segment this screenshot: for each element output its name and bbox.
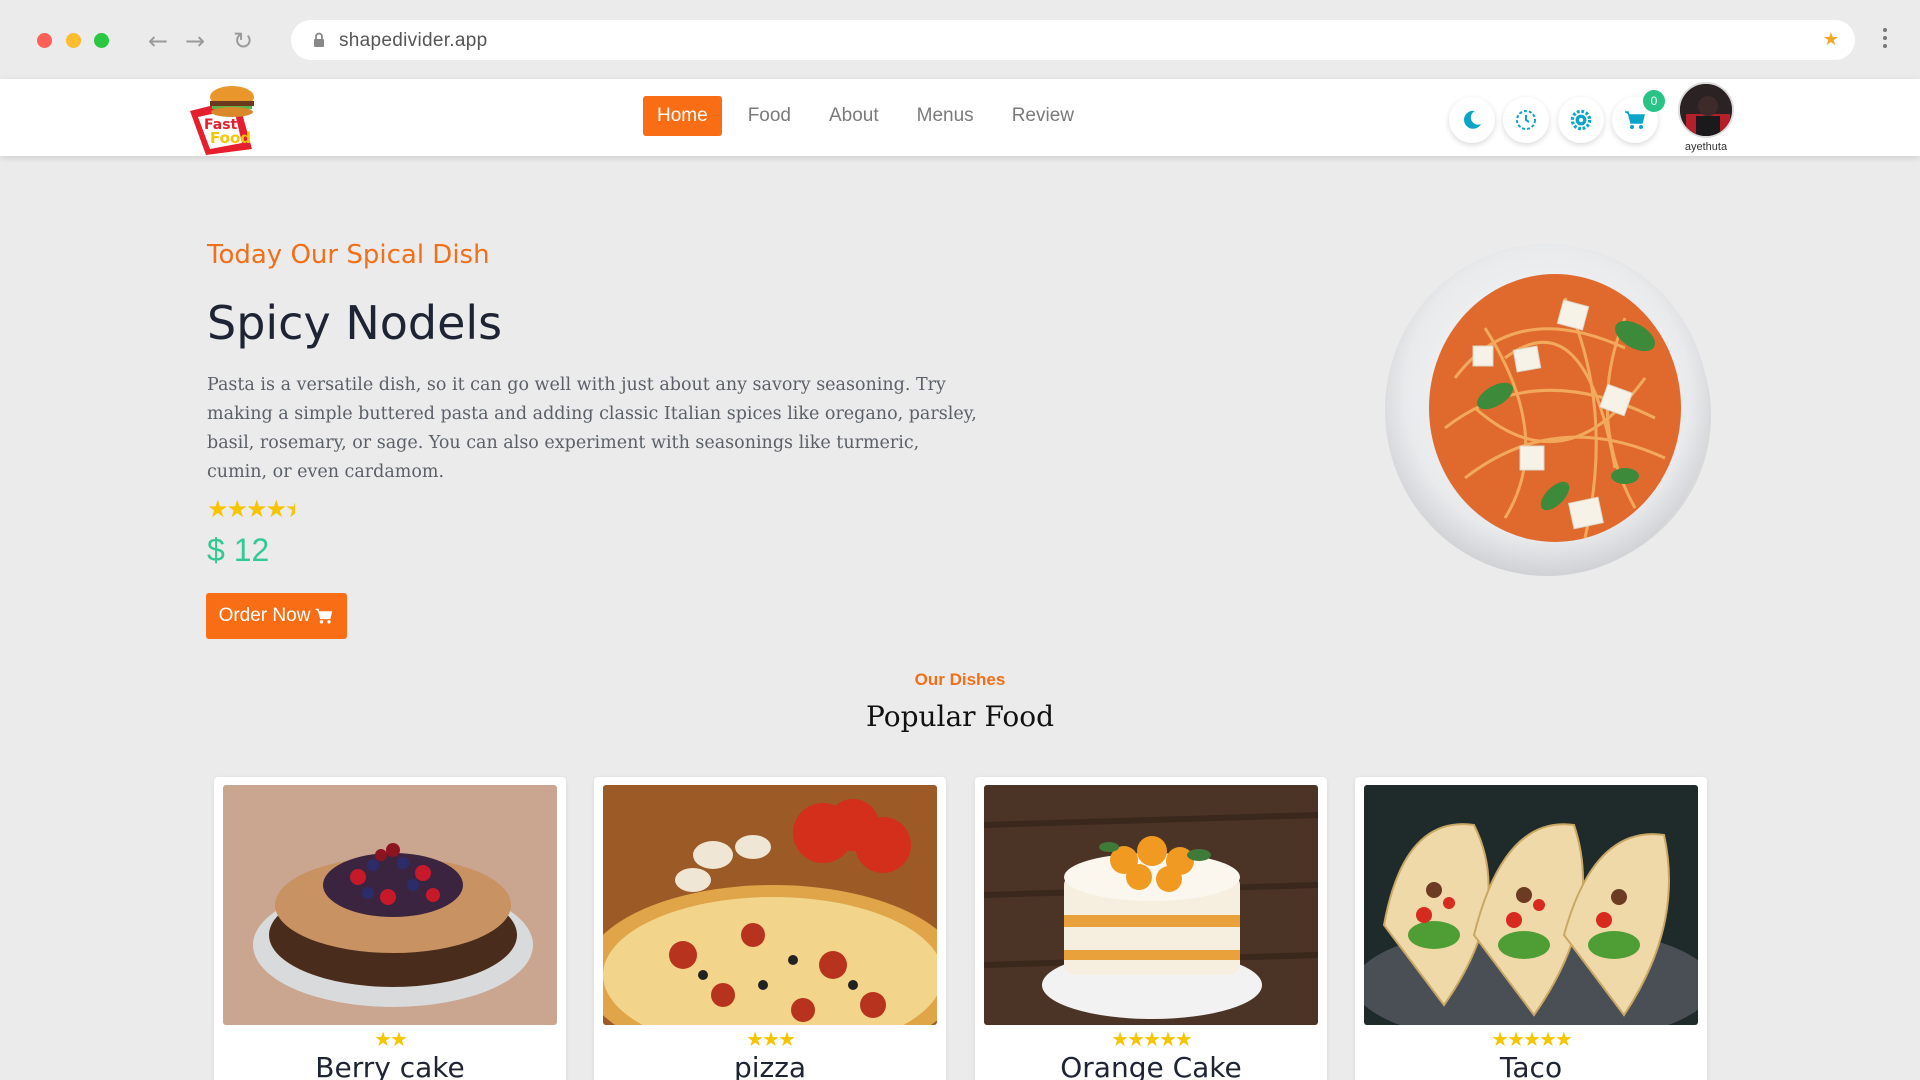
cart-count-badge: 0 (1643, 90, 1665, 112)
dish-name: pizza (733, 1051, 807, 1080)
browser-chrome: ← → ↻ shapedivider.app ★ (0, 0, 1920, 79)
url-text: shapedivider.app (339, 30, 488, 51)
hero-rating: ★★★★★ (207, 495, 295, 523)
address-bar[interactable]: shapedivider.app ★ (291, 20, 1855, 60)
dish-name: Berry cake (315, 1051, 465, 1080)
nav-about[interactable]: About (811, 96, 897, 136)
forward-arrow-icon[interactable]: → (180, 26, 210, 56)
moon-icon (1464, 110, 1481, 129)
logo-text-food: Food (210, 129, 251, 147)
orange-cake-image (984, 785, 1318, 1025)
site-header: Fast Food Home Food About Menus Review (0, 79, 1920, 156)
clock-icon (1516, 110, 1536, 130)
berry-cake-image (223, 785, 557, 1025)
username-label: ayethuta (1684, 141, 1728, 153)
lock-icon (314, 32, 324, 47)
spaghetti-plate-image (1385, 244, 1711, 576)
dish-card-orange-cake[interactable]: ★★★★★ Orange Cake (975, 777, 1327, 1080)
nav-menus[interactable]: Menus (899, 96, 992, 136)
settings-button[interactable] (1558, 97, 1604, 143)
close-window-button[interactable] (37, 33, 52, 48)
back-arrow-icon[interactable]: ← (143, 26, 173, 56)
bookmark-star-icon[interactable]: ★ (1823, 29, 1839, 50)
section-title: Popular Food (866, 700, 1054, 733)
order-now-label: Order Now (218, 605, 311, 626)
taco-image (1364, 785, 1698, 1025)
dish-name: Taco (1499, 1051, 1563, 1080)
dish-card-taco[interactable]: ★★★★★ Taco (1355, 777, 1707, 1080)
dish-rating: ★★ (374, 1027, 408, 1051)
minimize-window-button[interactable] (66, 33, 81, 48)
dish-card-berry-cake[interactable]: ★★ Berry cake (214, 777, 566, 1080)
cart-icon (316, 608, 333, 624)
pizza-image (603, 785, 937, 1025)
dish-name: Orange Cake (1060, 1051, 1242, 1080)
avatar[interactable] (1678, 82, 1734, 138)
fast-food-logo[interactable]: Fast Food (180, 79, 280, 156)
order-now-button[interactable]: Order Now (206, 593, 347, 639)
browser-menu-icon[interactable] (1880, 28, 1890, 52)
dark-mode-button[interactable] (1449, 97, 1495, 143)
nav-food[interactable]: Food (730, 96, 809, 136)
reload-icon[interactable]: ↻ (228, 26, 258, 56)
main-nav: Home Food About Menus Review (643, 96, 1094, 136)
dish-rating: ★★★ (746, 1027, 796, 1051)
maximize-window-button[interactable] (94, 33, 109, 48)
nav-home[interactable]: Home (643, 96, 722, 136)
hero-description: Pasta is a versatile dish, so it can go … (207, 375, 977, 482)
dish-rating: ★★★★★ (1111, 1027, 1193, 1051)
section-subtitle: Our Dishes (914, 670, 1006, 689)
nav-review[interactable]: Review (994, 96, 1092, 136)
hero-title: Spicy Nodels (207, 296, 503, 350)
history-button[interactable] (1503, 97, 1549, 143)
hero-subtitle: Today Our Spical Dish (207, 240, 490, 270)
dish-rating: ★★★★★ (1491, 1027, 1573, 1051)
hero-price: $ 12 (207, 532, 270, 568)
dish-card-pizza[interactable]: ★★★ pizza (594, 777, 946, 1080)
cart-icon (1625, 111, 1645, 129)
gear-icon (1570, 109, 1592, 131)
